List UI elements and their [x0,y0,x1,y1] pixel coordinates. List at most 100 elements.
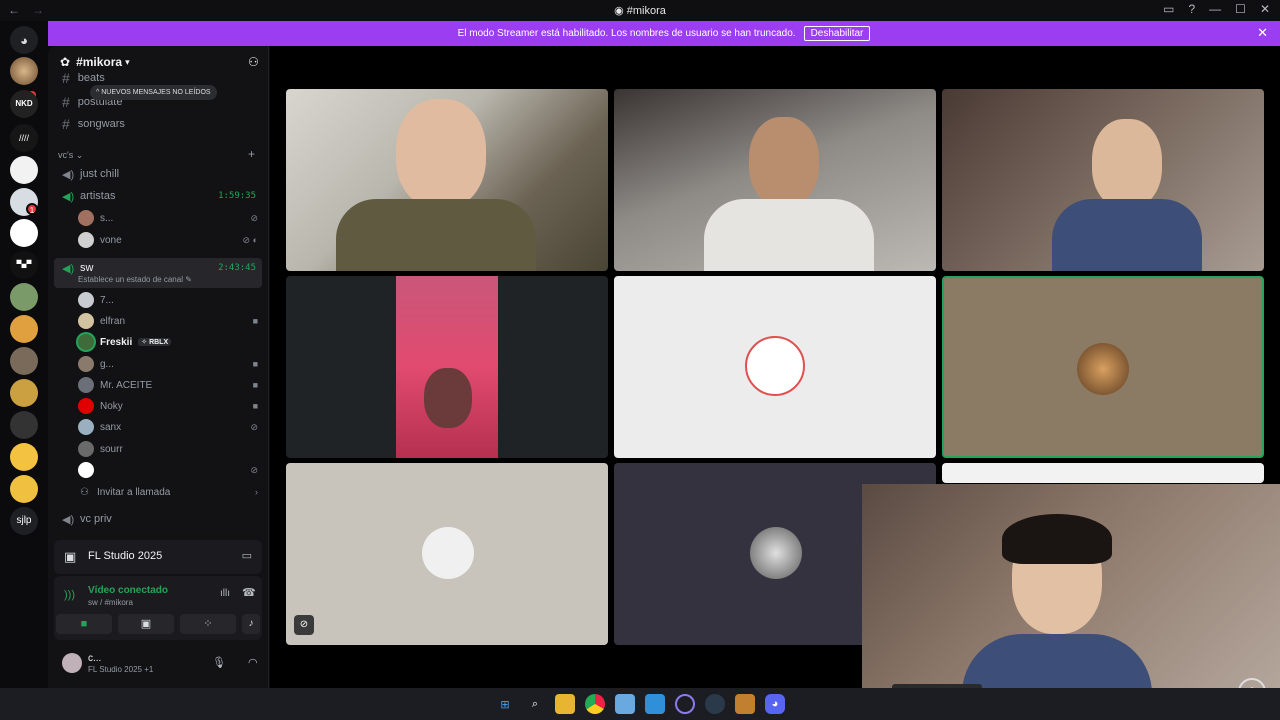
voice-location[interactable]: sw / #mikora [88,598,133,607]
camera-button[interactable]: ■ [56,614,112,634]
participant-shirt [336,199,536,271]
voice-channel-artistas[interactable]: ◀) artistas 1:59:35 [56,185,262,207]
video-tile-speaking[interactable] [942,276,1264,458]
member-name: s... [100,212,114,224]
muted-icon: ⊘ [250,464,258,475]
channel-status[interactable]: Establece un estado de canal ✎ [78,275,192,284]
shield-icon[interactable] [735,694,755,714]
server-icon-9[interactable] [10,315,38,343]
voice-member[interactable]: Mr. ACEITE ■ [78,375,262,395]
help-icon[interactable]: ? [1188,2,1195,16]
soundboard-button[interactable]: ♪ [242,614,260,634]
hash-icon: # [62,116,70,132]
voice-member[interactable]: Freskii ✧ RBLX [78,332,262,352]
guild-tag-text: RBLX [149,339,169,346]
headphones-icon[interactable]: ◠ [248,656,258,669]
chrome-icon[interactable] [585,694,605,714]
voice-channel-label: just chill [80,168,120,180]
invite-icon[interactable]: ⚇ [248,55,259,69]
self-view-video[interactable]: ⌃ [862,484,1280,720]
video-tile[interactable]: ⊘ [286,463,608,645]
voice-member[interactable]: s... ⊘ [78,208,262,228]
microphone-icon[interactable]: 🎙 [212,656,226,669]
unread-pill[interactable]: ^ NUEVOS MENSAJES NO LEÍDOS [90,85,217,100]
close-icon[interactable]: ✕ [1257,25,1268,41]
speaker-active-icon: ◀) [62,191,75,203]
participant-shirt [1052,199,1202,271]
voice-member[interactable]: sourr [78,439,262,459]
channel-beats[interactable]: # beats [56,70,262,86]
voice-member[interactable]: Noky ■ [78,396,262,416]
speaker-active-icon: ◀) [62,263,75,275]
share-screen-button[interactable]: ▣ [118,614,174,634]
unread-pill-label: NUEVOS MENSAJES NO LEÍDOS [101,89,211,96]
speaker-icon: ◀) [62,514,75,526]
server-icon-1[interactable] [10,57,38,85]
muted-icon: ⊘ [294,615,314,635]
hash-icon: # [62,94,70,110]
add-channel-icon[interactable]: + [248,147,255,161]
discord-home-icon[interactable]: ◕ [10,26,38,54]
close-window-button[interactable]: ✕ [1260,2,1270,16]
server-icon-6[interactable] [10,219,38,247]
server-icon-13[interactable] [10,443,38,471]
avatar [78,441,94,457]
member-name: sourr [100,443,123,455]
discord-icon[interactable]: ◕ [765,694,785,714]
folder-icon[interactable] [555,694,575,714]
category-vcs[interactable]: vc's ⌄ [58,150,83,161]
channel-songwars[interactable]: # songwars [56,113,262,135]
video-tile[interactable] [942,463,1264,483]
voice-status[interactable]: Vídeo conectado [88,585,168,596]
video-tile[interactable] [614,89,936,271]
maximize-button[interactable]: ☐ [1235,2,1246,16]
minimize-button[interactable]: — [1209,2,1221,16]
server-icon-14[interactable] [10,475,38,503]
video-tile[interactable] [286,276,608,458]
server-icon-2[interactable]: NKD [10,90,38,118]
voice-member[interactable]: vone ⊘ ◐ [78,230,262,250]
server-icon-12[interactable] [10,411,38,439]
avatar [78,419,94,435]
video-tile[interactable] [286,89,608,271]
windows-icon[interactable]: ⊞ [495,694,515,714]
voice-member[interactable]: g... ■ [78,354,262,374]
video-tile[interactable] [614,276,936,458]
inbox-icon[interactable]: ▭ [1163,2,1174,16]
window-title-wrap: ◉ #mikora [0,4,1280,17]
server-icon-4[interactable] [10,156,38,184]
muted-icon: ⊘ [250,212,258,223]
participant-face [749,117,819,207]
voice-member[interactable]: sanx ⊘ [78,417,262,437]
server-icon-7[interactable]: ▀▄▀ [10,251,38,279]
disconnect-icon[interactable]: ☎ [242,586,256,599]
portrait-video [396,276,498,458]
voice-channel-just-chill[interactable]: ◀) just chill [56,163,262,185]
voice-member[interactable]: elfran ■ [78,311,262,331]
voice-member[interactable]: ⊘ [78,460,262,480]
server-icon-3[interactable]: //// [10,124,38,152]
search-icon[interactable]: ⌕ [525,694,545,714]
steam-icon[interactable] [705,694,725,714]
screen-share-icon[interactable]: ▭ [242,549,252,562]
server-icon-11[interactable] [10,379,38,407]
cortana-icon[interactable] [675,694,695,714]
noise-suppression-icon[interactable]: ıllı [220,588,230,599]
disable-streamer-button[interactable]: Deshabilitar [803,26,871,41]
chevron-down-icon: ⌄ [75,150,84,160]
participant-shirt [704,199,874,271]
channel-timer: 1:59:35 [218,191,256,201]
server-icon-15[interactable]: sjlp [10,507,38,535]
invite-to-call[interactable]: ⚇ Invitar a llamada › [78,482,262,502]
user-avatar[interactable] [62,653,82,673]
server-icon-8[interactable] [10,283,38,311]
video-tile[interactable] [942,89,1264,271]
voice-connection-panel: ))) Vídeo conectado sw / #mikora ıllı ☎ … [54,576,262,640]
activities-button[interactable]: ⁘ [180,614,236,634]
voice-channel-vc-priv[interactable]: ◀) vc priv [56,508,262,530]
add-person-icon: ⚇ [80,486,89,498]
server-icon-10[interactable] [10,347,38,375]
notepad-icon[interactable] [615,694,635,714]
voice-member[interactable]: 7... [78,290,262,310]
app-icon[interactable] [645,694,665,714]
